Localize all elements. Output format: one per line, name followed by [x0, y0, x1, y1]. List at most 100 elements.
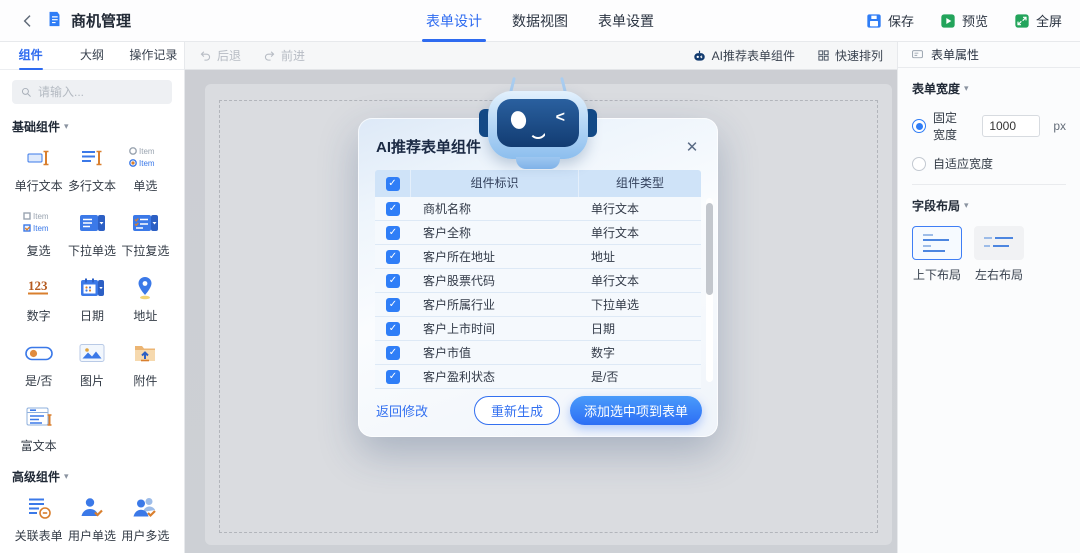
properties-panel: 表单属性 表单宽度▾ 固定宽度 px 自适应宽度 字段布局▾ [897, 42, 1080, 553]
quick-arrange-icon [817, 49, 830, 62]
column-header-name: 组件标识 [411, 170, 579, 197]
table-row[interactable]: ✓客户股票代码单行文本 [375, 269, 701, 293]
table-row[interactable]: ✓客户盈利状态是/否 [375, 365, 701, 389]
row-checkbox[interactable]: ✓ [386, 322, 400, 336]
width-value-input[interactable] [982, 115, 1040, 137]
redo-button[interactable]: 前进 [263, 47, 305, 64]
component-item[interactable]: 123数字 [12, 273, 65, 324]
quick-arrange-label: 快速排列 [835, 47, 883, 64]
component-item[interactable]: 图片 [65, 338, 118, 389]
preview-button[interactable]: 预览 [940, 11, 988, 30]
left-tab-history[interactable]: 操作记录 [123, 42, 184, 70]
component-label: 地址 [133, 307, 157, 324]
row-checkbox[interactable]: ✓ [386, 226, 400, 240]
fixed-width-radio[interactable]: 固定宽度 px [912, 109, 1066, 143]
caret-down-icon: ▾ [64, 121, 69, 132]
row-component-type: 下拉单选 [579, 296, 701, 313]
row-checkbox[interactable]: ✓ [386, 370, 400, 384]
form-width-section-title[interactable]: 表单宽度▾ [912, 80, 1066, 97]
component-item[interactable]: 用户单选 [65, 493, 118, 544]
chevron-left-icon [20, 13, 36, 29]
row-checkbox[interactable]: ✓ [386, 346, 400, 360]
tab-form-settings[interactable]: 表单设置 [598, 0, 654, 42]
row-component-name: 客户上市时间 [411, 320, 579, 337]
component-item[interactable]: 附件 [119, 338, 172, 389]
top-actions: 保存 预览 全屏 [866, 11, 1062, 30]
ai-recommend-modal: < AI推荐表单组件 ✕ ✓ 组件标识 组件类型 ✓商机名称单行文本✓客户全称单… [358, 118, 718, 437]
component-item[interactable]: ItemItem单选 [119, 143, 172, 194]
canvas-toolbar: 后退 前进 AI推荐表单组件 快速排列 [185, 42, 897, 70]
table-row[interactable]: ✓ 客户上市时间日期 [375, 317, 701, 341]
close-icon[interactable]: ✕ [682, 137, 702, 157]
row-checkbox[interactable]: ✓ [386, 274, 400, 288]
tab-data-view[interactable]: 数据视图 [512, 0, 568, 42]
component-label: 多行文本 [68, 177, 116, 194]
component-item[interactable]: 关联表单 [12, 493, 65, 544]
page-title: 商机管理 [71, 10, 131, 31]
component-label: 数字 [27, 307, 51, 324]
component-item[interactable]: 下拉复选 [119, 208, 172, 259]
component-item[interactable]: 下拉单选 [65, 208, 118, 259]
table-row[interactable]: ✓客户所在地址地址 [375, 245, 701, 269]
address-icon [133, 273, 157, 303]
regenerate-button[interactable]: 重新生成 [474, 396, 560, 425]
back-button[interactable] [18, 11, 38, 31]
component-item[interactable]: 地址 [119, 273, 172, 324]
left-tab-outline[interactable]: 大纲 [61, 42, 122, 70]
svg-text:Item: Item [139, 159, 155, 168]
fullscreen-button[interactable]: 全屏 [1014, 11, 1062, 30]
component-item[interactable]: 用户多选 [119, 493, 172, 544]
left-panel-tabs: 组件大纲操作记录 [0, 42, 184, 70]
table-row[interactable]: ✓客户市值数字 [375, 341, 701, 365]
component-sections: 基础组件▾单行文本多行文本ItemItem单选ItemItem复选下拉单选下拉复… [0, 104, 184, 553]
row-checkbox[interactable]: ✓ [386, 250, 400, 264]
section-title[interactable]: 高级组件▾ [12, 468, 172, 485]
table-scrollbar[interactable] [706, 198, 713, 382]
top-bottom-layout-icon [920, 232, 954, 254]
row-checkbox[interactable]: ✓ [386, 298, 400, 312]
layout-option-top-bottom[interactable] [912, 226, 962, 260]
component-label: 单选 [133, 177, 157, 194]
row-component-type: 日期 [579, 320, 701, 337]
component-item[interactable]: ItemItem复选 [12, 208, 65, 259]
action-label: 全屏 [1036, 11, 1062, 30]
component-item[interactable]: 多行文本 [65, 143, 118, 194]
layout-option-left-right[interactable] [974, 226, 1024, 260]
width-unit: px [1053, 119, 1066, 133]
scrollbar-thumb[interactable] [706, 203, 713, 295]
table-row[interactable]: ✓客户全称单行文本 [375, 221, 701, 245]
table-row[interactable]: ✓商机名称单行文本 [375, 197, 701, 221]
undo-label: 后退 [217, 47, 241, 64]
left-tab-components[interactable]: 组件 [0, 42, 61, 70]
save-button[interactable]: 保存 [866, 11, 914, 30]
undo-button[interactable]: 后退 [199, 47, 241, 64]
component-item[interactable]: 富文本 [12, 403, 65, 454]
row-component-name: 客户股票代码 [411, 272, 579, 289]
ai-recommend-button[interactable]: AI推荐表单组件 [692, 47, 795, 64]
user-single-icon [78, 493, 106, 523]
select-all-checkbox[interactable]: ✓ [386, 177, 400, 191]
back-to-edit-link[interactable]: 返回修改 [376, 401, 428, 420]
row-component-name: 客户盈利状态 [411, 368, 579, 385]
top-bar: 商机管理 表单设计数据视图表单设置 保存 预览 全屏 [0, 0, 1080, 42]
component-label: 下拉单选 [68, 242, 116, 259]
component-search[interactable] [12, 80, 172, 104]
search-input[interactable] [38, 85, 148, 99]
component-label: 复选 [27, 242, 51, 259]
table-body[interactable]: ✓商机名称单行文本✓客户全称单行文本✓客户所在地址地址✓客户股票代码单行文本✓客… [375, 197, 701, 389]
svg-text:Item: Item [33, 224, 49, 233]
single-line-text-icon [26, 143, 52, 173]
row-checkbox[interactable]: ✓ [386, 202, 400, 216]
add-selected-button[interactable]: 添加选中项到表单 [570, 396, 702, 425]
auto-width-radio[interactable]: 自适应宽度 [912, 155, 1066, 172]
component-item[interactable]: 单行文本 [12, 143, 65, 194]
user-multi-icon [131, 493, 159, 523]
table-row[interactable]: ✓客户所属行业下拉单选 [375, 293, 701, 317]
component-item[interactable]: 日期 [65, 273, 118, 324]
field-layout-section-title[interactable]: 字段布局▾ [912, 197, 1066, 214]
quick-arrange-button[interactable]: 快速排列 [817, 47, 883, 64]
component-item[interactable]: 是/否 [12, 338, 65, 389]
table-header-row: ✓ 组件标识 组件类型 [375, 170, 701, 197]
tab-form-design[interactable]: 表单设计 [426, 0, 482, 42]
section-title[interactable]: 基础组件▾ [12, 118, 172, 135]
